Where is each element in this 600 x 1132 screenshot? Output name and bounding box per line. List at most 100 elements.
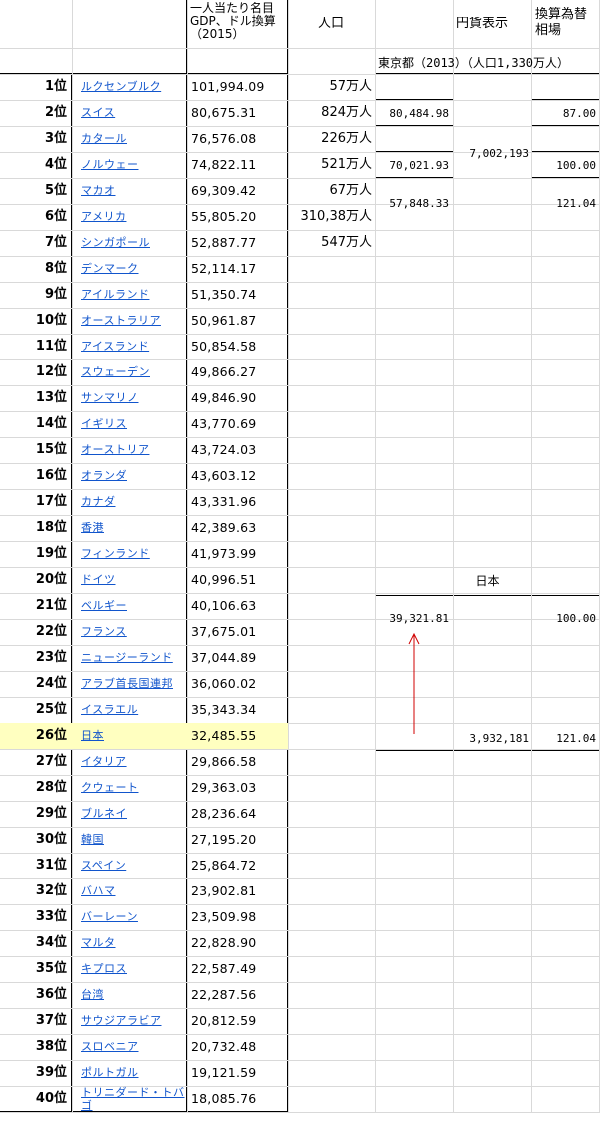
population-cell bbox=[289, 489, 375, 515]
rank-cell: 38位 bbox=[35, 1039, 67, 1054]
gdp-cell: 25,864.72 bbox=[191, 858, 257, 873]
country-link[interactable]: クウェート bbox=[73, 775, 186, 801]
country-link[interactable]: カナダ bbox=[73, 489, 186, 515]
country-link[interactable]: マカオ bbox=[73, 178, 186, 204]
population-cell: 67万人 bbox=[329, 183, 372, 198]
japan-box-border bbox=[375, 595, 600, 596]
population-cell bbox=[289, 801, 375, 827]
spreadsheet: 一人当たり名目GDP、ドル換算（2015） 人口 円貨表示 換算為替相場 1位ル… bbox=[0, 0, 600, 1132]
grid-row-line bbox=[0, 48, 600, 49]
country-link[interactable]: ルクセンブルク bbox=[73, 74, 186, 100]
rank-cell: 25位 bbox=[35, 702, 67, 717]
country-link[interactable]: イタリア bbox=[73, 749, 186, 775]
country-link[interactable]: アイルランド bbox=[73, 282, 186, 308]
rank-cell: 10位 bbox=[35, 313, 67, 328]
population-cell bbox=[289, 282, 375, 308]
country-link[interactable]: スロベニア bbox=[73, 1034, 186, 1060]
population-cell bbox=[289, 256, 375, 282]
population-cell bbox=[289, 853, 375, 878]
population-cell bbox=[289, 904, 375, 930]
country-link[interactable]: ポルトガル bbox=[73, 1060, 186, 1086]
country-link[interactable]: サンマリノ bbox=[73, 385, 186, 411]
country-link[interactable]: スペイン bbox=[73, 853, 186, 878]
gdp-cell: 43,770.69 bbox=[191, 416, 257, 431]
rank-cell: 39位 bbox=[35, 1065, 67, 1080]
country-link[interactable]: 韓国 bbox=[73, 827, 186, 853]
country-link[interactable]: ノルウェー bbox=[73, 152, 186, 178]
population-cell bbox=[289, 334, 375, 359]
population-cell: 310,38万人 bbox=[300, 209, 373, 224]
country-link[interactable]: キプロス bbox=[73, 956, 186, 982]
country-link[interactable]: オランダ bbox=[73, 463, 186, 489]
rank-cell: 29位 bbox=[35, 806, 67, 821]
country-link[interactable]: サウジアラビア bbox=[73, 1008, 186, 1034]
country-link[interactable]: デンマーク bbox=[73, 256, 186, 282]
rank-cell: 31位 bbox=[35, 858, 67, 873]
country-link[interactable]: 香港 bbox=[73, 515, 186, 541]
country-link[interactable]: マルタ bbox=[73, 930, 186, 956]
rank-cell: 28位 bbox=[35, 780, 67, 795]
rank-cell: 3位 bbox=[44, 131, 67, 146]
rank-cell: 9位 bbox=[44, 287, 67, 302]
population-cell bbox=[289, 1060, 375, 1086]
rank-cell: 4位 bbox=[44, 157, 67, 172]
rank-cell: 12位 bbox=[35, 364, 67, 379]
population-cell bbox=[289, 956, 375, 982]
country-link[interactable]: アラブ首長国連邦 bbox=[73, 671, 186, 697]
country-link[interactable]: ドイツ bbox=[73, 567, 186, 593]
country-link[interactable]: シンガポール bbox=[73, 230, 186, 256]
population-cell bbox=[289, 567, 375, 593]
population-cell bbox=[289, 515, 375, 541]
country-link[interactable]: フランス bbox=[73, 619, 186, 645]
country-link[interactable]: アイスランド bbox=[73, 334, 186, 359]
population-cell bbox=[289, 308, 375, 334]
country-link[interactable]: バハマ bbox=[73, 878, 186, 904]
country-link[interactable]: スウェーデン bbox=[73, 359, 186, 385]
population-cell bbox=[289, 1008, 375, 1034]
country-link[interactable]: イギリス bbox=[73, 411, 186, 437]
country-link[interactable]: オーストリア bbox=[73, 437, 186, 463]
gdp-cell: 23,902.81 bbox=[191, 883, 257, 898]
rank-cell: 11位 bbox=[35, 339, 67, 354]
gdp-cell: 36,060.02 bbox=[191, 676, 257, 691]
gdp-cell: 50,854.58 bbox=[191, 339, 257, 354]
gdp-cell: 50,961.87 bbox=[191, 313, 257, 328]
rank-cell: 34位 bbox=[35, 935, 67, 950]
country-link[interactable]: イスラエル bbox=[73, 697, 186, 723]
tokyo-value-3: 57,848.33 bbox=[389, 197, 449, 210]
population-cell: 547万人 bbox=[321, 235, 372, 250]
country-link[interactable]: フィンランド bbox=[73, 541, 186, 567]
country-link[interactable]: トリニダード・トバゴ bbox=[73, 1086, 186, 1112]
gdp-cell: 29,866.58 bbox=[191, 754, 257, 769]
country-link[interactable]: ベルギー bbox=[73, 593, 186, 619]
country-link[interactable]: バーレーン bbox=[73, 904, 186, 930]
gdp-cell: 101,994.09 bbox=[191, 79, 265, 94]
japan-yen-total: 3,932,181 bbox=[469, 732, 529, 745]
country-link[interactable]: カタール bbox=[73, 126, 186, 152]
gdp-cell: 51,350.74 bbox=[191, 287, 257, 302]
rank-cell: 18位 bbox=[35, 520, 67, 535]
rank-cell: 16位 bbox=[35, 468, 67, 483]
gdp-cell: 22,828.90 bbox=[191, 935, 257, 950]
country-link[interactable]: ブルネイ bbox=[73, 801, 186, 827]
country-link[interactable]: オーストラリア bbox=[73, 308, 186, 334]
gdp-cell: 22,587.49 bbox=[191, 961, 257, 976]
population-cell bbox=[289, 697, 375, 723]
rank-cell: 37位 bbox=[35, 1013, 67, 1028]
gdp-cell: 19,121.59 bbox=[191, 1065, 257, 1080]
country-link[interactable]: ニュージーランド bbox=[73, 645, 186, 671]
population-cell bbox=[289, 593, 375, 619]
country-link[interactable]: アメリカ bbox=[73, 204, 186, 230]
gdp-cell: 76,576.08 bbox=[191, 131, 257, 146]
country-link[interactable]: スイス bbox=[73, 100, 186, 126]
rank-cell: 20位 bbox=[35, 572, 67, 587]
country-link[interactable]: 台湾 bbox=[73, 982, 186, 1008]
country-link[interactable]: 日本 bbox=[73, 723, 186, 749]
header-rate: 換算為替相場 bbox=[535, 7, 588, 38]
gdp-cell: 18,085.76 bbox=[191, 1091, 257, 1106]
population-cell bbox=[289, 749, 375, 775]
rank-cell: 22位 bbox=[35, 624, 67, 639]
rank-cell: 17位 bbox=[35, 494, 67, 509]
tokyo-label: 東京都（2013）（人口1,330万人） bbox=[378, 56, 570, 70]
gdp-cell: 80,675.31 bbox=[191, 105, 257, 120]
